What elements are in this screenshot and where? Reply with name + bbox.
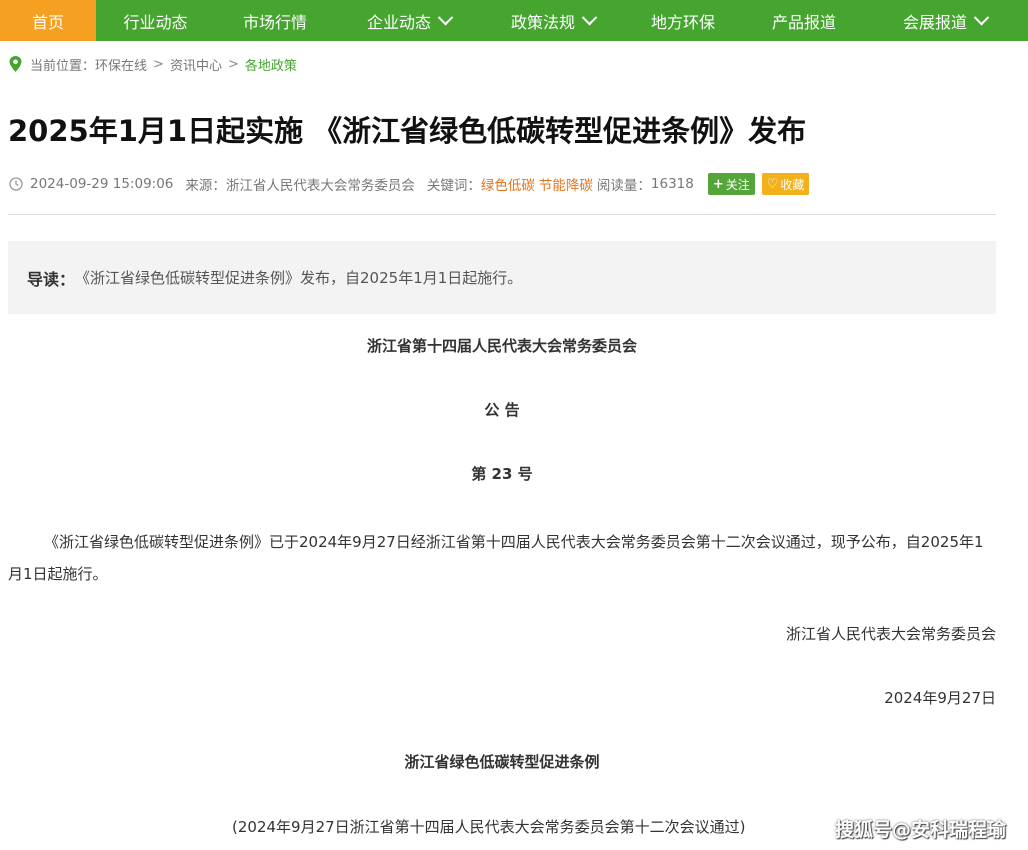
breadcrumb-separator: > [227, 56, 239, 72]
keyword-link[interactable]: 节能降碳 [539, 174, 593, 194]
nav-item-home[interactable]: 首页 [0, 0, 96, 41]
keywords-label: 关键词： [426, 178, 481, 194]
divider [8, 214, 996, 215]
breadcrumb-link-local-policy[interactable]: 各地政策 [245, 55, 297, 74]
notice-number: 第 23 号 [471, 465, 533, 483]
signature: 浙江省人民代表大会常务委员会 [785, 625, 996, 643]
sign-date: 2024年9月27日 [884, 689, 996, 707]
nav-item-local[interactable]: 地方环保 [623, 0, 743, 41]
committee-heading: 浙江省第十四届人民代表大会常务委员会 [366, 337, 637, 355]
law-title: 浙江省绿色低碳转型促进条例 [404, 753, 600, 771]
chevron-down-icon [437, 9, 454, 26]
summary-lead: 导读： [27, 269, 76, 289]
heart-icon: ♡ [766, 176, 779, 192]
publish-datetime: 2024-09-29 15:09:06 [30, 176, 174, 192]
nav-item-label: 市场行情 [242, 12, 307, 32]
chevron-down-icon [581, 9, 598, 26]
follow-button[interactable]: + 关注 [707, 173, 755, 195]
main-nav: 首页 行业动态 市场行情 企业动态 政策法规 地方环保 产品报道 会展报道 [0, 0, 1028, 41]
keyword-link[interactable]: 绿色低碳 [481, 174, 535, 194]
nav-item-policy[interactable]: 政策法规 [483, 0, 623, 41]
location-pin-icon [9, 56, 22, 72]
breadcrumb-link-home[interactable]: 环保在线 [95, 55, 147, 74]
breadcrumb-separator: > [153, 56, 164, 72]
article-title: 2025年1月1日起实施 《浙江省绿色低碳转型促进条例》发布 [8, 114, 807, 148]
nav-item-exhibition[interactable]: 会展报道 [865, 0, 1025, 41]
nav-item-label: 政策法规 [510, 12, 575, 32]
nav-item-label: 会展报道 [902, 12, 967, 32]
chevron-down-icon [973, 9, 990, 26]
views-count: 16318 [650, 176, 694, 192]
source-value: 浙江省人民代表大会常务委员会 [225, 178, 415, 194]
views-label: 阅读量： [596, 178, 651, 194]
nav-item-company-news[interactable]: 企业动态 [335, 0, 483, 41]
follow-button-label: 关注 [725, 177, 750, 192]
nav-item-market[interactable]: 市场行情 [215, 0, 335, 41]
favorite-button-label: 收藏 [780, 177, 805, 192]
body-paragraph: 《浙江省绿色低碳转型促进条例》已于2024年9月27日经浙江省第十四届人民代表大… [8, 533, 984, 583]
clock-icon [9, 177, 23, 191]
nav-item-label: 行业动态 [123, 12, 188, 32]
nav-item-label: 首页 [31, 12, 64, 32]
breadcrumb-link-news-center[interactable]: 资讯中心 [170, 55, 222, 74]
favorite-button[interactable]: ♡ 收藏 [761, 173, 810, 195]
nav-item-products[interactable]: 产品报道 [743, 0, 865, 41]
watermark: 搜狐号@安科瑞程瑜 [834, 819, 1006, 841]
article-summary: 导读： 《浙江省绿色低碳转型促进条例》发布，自2025年1月1日起施行。 [8, 241, 996, 314]
nav-item-label: 地方环保 [650, 12, 715, 32]
notice-heading: 公 告 [484, 401, 520, 419]
breadcrumb: 当前位置： 环保在线 > 资讯中心 > 各地政策 [9, 55, 297, 74]
article-meta: 2024-09-29 15:09:06 来源： 浙江省人民代表大会常务委员会 关… [9, 173, 810, 195]
plus-icon: + [712, 176, 724, 192]
nav-item-industry-news[interactable]: 行业动态 [96, 0, 215, 41]
summary-text: 《浙江省绿色低碳转型促进条例》发布，自2025年1月1日起施行。 [75, 269, 523, 287]
source-label: 来源： [185, 178, 226, 194]
nav-item-label: 产品报道 [771, 12, 836, 32]
nav-item-label: 企业动态 [366, 12, 431, 32]
breadcrumb-prefix: 当前位置： [30, 58, 96, 74]
law-note: (2024年9月27日浙江省第十四届人民代表大会常务委员会第十二次会议通过) [232, 818, 746, 836]
